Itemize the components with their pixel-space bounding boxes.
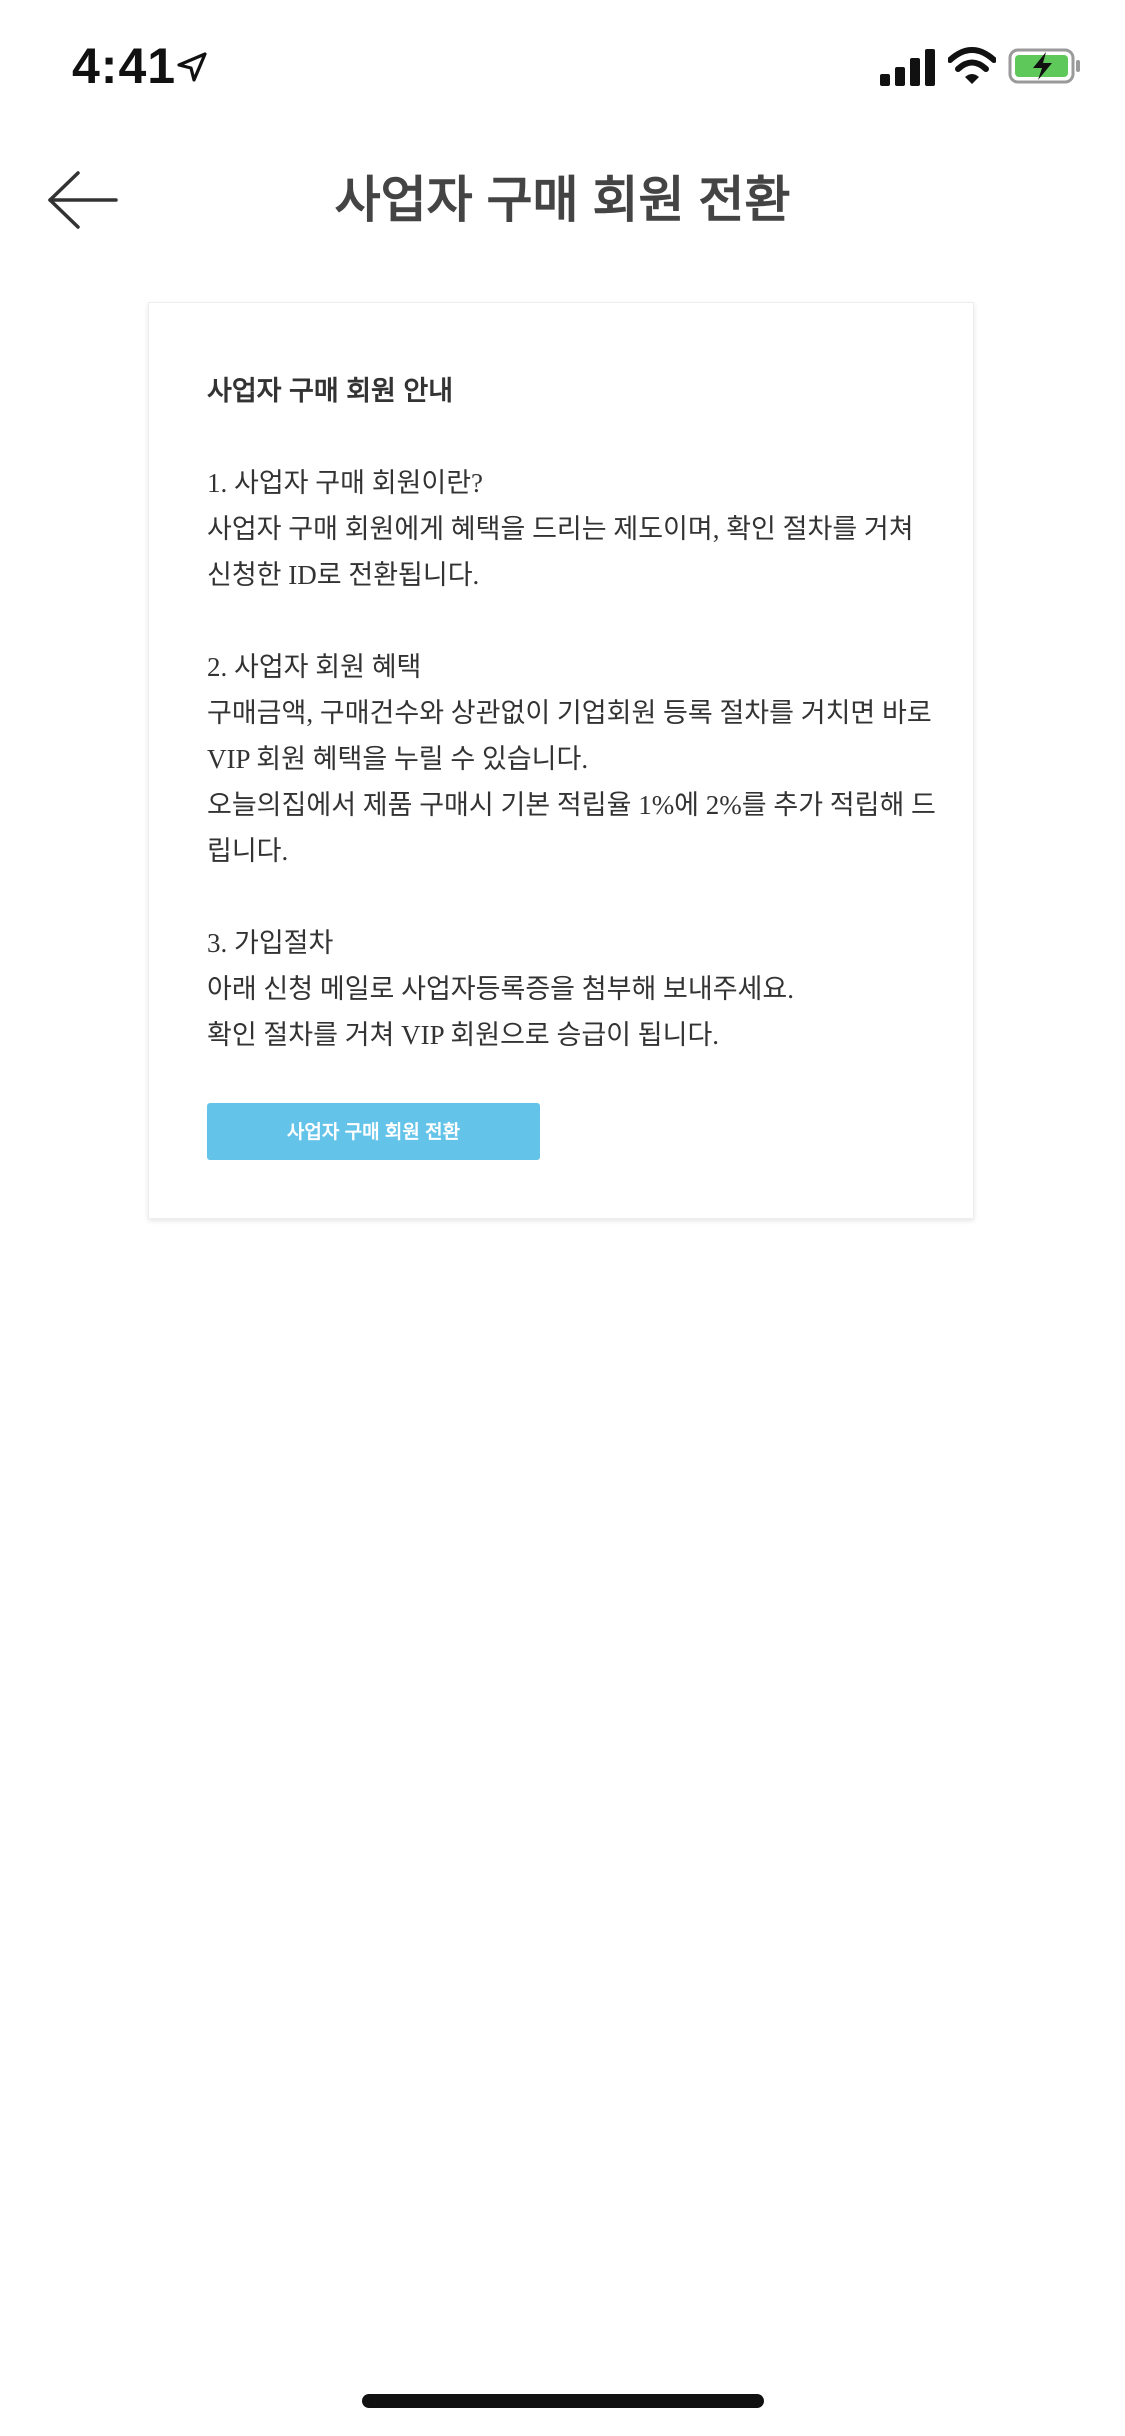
cellular-signal-icon xyxy=(880,48,936,86)
home-indicator[interactable] xyxy=(362,2394,764,2408)
location-arrow-icon xyxy=(175,50,209,84)
section-title: 2. 사업자 회원 혜택 xyxy=(207,652,422,682)
wifi-icon xyxy=(947,46,997,86)
section-title: 1. 사업자 구매 회원이란? xyxy=(207,468,484,498)
info-card-content: 사업자 구매 회원 안내 1. 사업자 구매 회원이란? 사업자 구매 회원에게… xyxy=(207,368,936,1058)
page-title: 사업자 구매 회원 전환 xyxy=(334,172,791,228)
header: 사업자 구매 회원 전환 xyxy=(0,132,1125,264)
section-text: 립니다. xyxy=(207,836,289,866)
status-bar: 4:41 xyxy=(0,0,1125,132)
section-title: 3. 가입절차 xyxy=(207,928,334,958)
status-time: 4:41 xyxy=(72,38,177,94)
section-text: 아래 신청 메일로 사업자등록증을 첨부해 보내주세요. xyxy=(207,974,794,1004)
section-text: 구매금액, 구매건수와 상관없이 기업회원 등록 절차를 거치면 바로 xyxy=(207,698,932,728)
info-card: 사업자 구매 회원 안내 1. 사업자 구매 회원이란? 사업자 구매 회원에게… xyxy=(148,302,974,1219)
section-text: 오늘의집에서 제품 구매시 기본 적립율 1%에 2%를 추가 적립해 드 xyxy=(207,790,936,820)
section-text: 확인 절차를 거쳐 VIP 회원으로 승급이 됩니다. xyxy=(207,1020,720,1050)
section-text: 신청한 ID로 전환됩니다. xyxy=(207,560,480,590)
section-text: 사업자 구매 회원에게 혜택을 드리는 제도이며, 확인 절차를 거쳐 xyxy=(207,514,914,544)
card-heading: 사업자 구매 회원 안내 xyxy=(207,376,454,406)
section-text: VIP 회원 혜택을 누릴 수 있습니다. xyxy=(207,744,589,774)
convert-business-member-button[interactable]: 사업자 구매 회원 전환 xyxy=(207,1103,540,1160)
battery-charging-icon xyxy=(1008,47,1082,85)
